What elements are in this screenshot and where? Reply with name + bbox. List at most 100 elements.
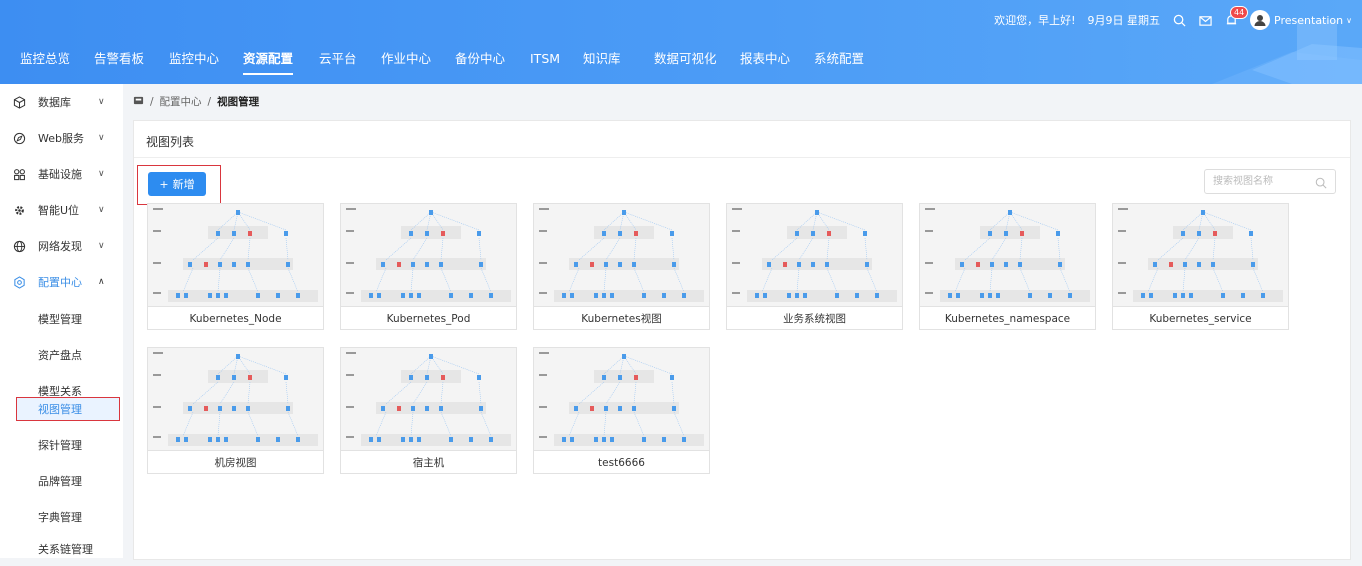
nav-monitor-overview[interactable]: 监控总览 xyxy=(20,45,70,77)
user-bar: 欢迎您，早上好! 9月9日 星期五 44 Presentation ∨ xyxy=(994,6,1352,30)
bell-icon[interactable]: 44 xyxy=(1224,6,1249,27)
sidebar-sub-probe-management[interactable]: 探针管理 xyxy=(0,426,123,462)
search-input[interactable]: 搜索视图名称 xyxy=(1204,169,1336,194)
sidebar-sub-label: 关系链管理 xyxy=(38,543,93,556)
search-placeholder: 搜索视图名称 xyxy=(1213,176,1273,187)
topology-thumbnail xyxy=(1113,204,1288,306)
view-card-name: Kubernetes视图 xyxy=(534,306,709,330)
date-text: 9月9日 星期五 xyxy=(1087,14,1161,27)
sidebar-sub-label: 字典管理 xyxy=(38,511,82,524)
sidebar-sub-dictionary-management[interactable]: 字典管理 xyxy=(0,498,123,534)
chevron-down-icon: ∨ xyxy=(98,133,105,143)
sidebar-item-infrastructure[interactable]: 基础设施 ∨ xyxy=(0,156,123,192)
view-card[interactable]: Kubernetes_service xyxy=(1112,203,1289,330)
view-card[interactable]: test6666 xyxy=(533,347,710,474)
sidebar-sub-brand-management[interactable]: 品牌管理 xyxy=(0,462,123,498)
home-icon[interactable] xyxy=(133,95,144,109)
view-card-name: 宿主机 xyxy=(341,450,516,474)
top-header: 欢迎您，早上好! 9月9日 星期五 44 Presentation ∨ 监控总览… xyxy=(0,0,1362,84)
sidebar-sub-asset-inventory[interactable]: 资产盘点 xyxy=(0,336,123,372)
chevron-down-icon: ∨ xyxy=(98,97,105,107)
globe-icon xyxy=(12,239,26,253)
view-card[interactable]: Kubernetes_namespace xyxy=(919,203,1096,330)
sidebar-sub-label: 资产盘点 xyxy=(38,349,82,362)
breadcrumb-config-center[interactable]: 配置中心 xyxy=(160,94,202,109)
user-menu[interactable]: Presentation ∨ xyxy=(1250,10,1352,30)
nav-job-center[interactable]: 作业中心 xyxy=(381,45,431,77)
search-icon xyxy=(1315,175,1327,198)
view-card-name: Kubernetes_Node xyxy=(148,306,323,330)
chevron-up-icon: ∧ xyxy=(98,277,105,287)
sidebar-item-label: 网络发现 xyxy=(38,240,82,253)
sidebar-item-label: 智能U位 xyxy=(38,204,80,217)
nav-system-config[interactable]: 系统配置 xyxy=(814,45,864,77)
sidebar-item-config-center[interactable]: 配置中心 ∧ xyxy=(0,264,123,300)
chevron-down-icon: ∨ xyxy=(98,205,105,215)
nav-cloud-platform[interactable]: 云平台 xyxy=(319,45,357,77)
view-card-name: 机房视图 xyxy=(148,450,323,474)
view-card-name: Kubernetes_Pod xyxy=(341,306,516,330)
nav-itsm[interactable]: ITSM xyxy=(530,45,560,77)
add-view-button[interactable]: + 新增 xyxy=(148,172,206,196)
sidebar-item-label: 配置中心 xyxy=(38,276,82,289)
sidebar-sub-relation-chain[interactable]: 关系链管理 xyxy=(0,530,123,566)
view-card[interactable]: Kubernetes视图 xyxy=(533,203,710,330)
sidebar-item-label: Web服务 xyxy=(38,132,84,145)
topology-thumbnail xyxy=(148,204,323,306)
view-card-name: test6666 xyxy=(534,450,709,474)
avatar xyxy=(1250,10,1271,30)
sidebar-item-smart-u[interactable]: 智能U位 ∨ xyxy=(0,192,123,228)
topology-thumbnail xyxy=(920,204,1095,306)
sidebar-sub-view-management[interactable]: 视图管理 xyxy=(0,390,123,426)
search-icon[interactable] xyxy=(1172,13,1186,27)
add-button-label: 新增 xyxy=(172,178,195,191)
greeting-text: 欢迎您，早上好! xyxy=(994,14,1076,27)
sidebar-sub-label: 探针管理 xyxy=(38,439,82,452)
mail-icon[interactable] xyxy=(1198,13,1212,27)
nav-alert-board[interactable]: 告警看板 xyxy=(94,45,144,77)
nav-knowledge-base[interactable]: 知识库 xyxy=(583,45,621,77)
sidebar-item-web[interactable]: Web服务 ∨ xyxy=(0,120,123,156)
nav-monitor-center[interactable]: 监控中心 xyxy=(169,45,219,77)
chevron-down-icon: ∨ xyxy=(98,169,105,179)
sidebar-item-label: 基础设施 xyxy=(38,168,82,181)
view-card[interactable]: Kubernetes_Node xyxy=(147,203,324,330)
topology-thumbnail xyxy=(148,348,323,450)
sidebar-item-label: 数据库 xyxy=(38,96,71,109)
view-card-name: Kubernetes_service xyxy=(1113,306,1288,330)
view-card[interactable]: 业务系统视图 xyxy=(726,203,903,330)
chevron-down-icon: ∨ xyxy=(1346,15,1352,25)
compass-icon xyxy=(12,131,26,145)
sidebar-sub-label: 模型管理 xyxy=(38,313,82,326)
nav-data-visualization[interactable]: 数据可视化 xyxy=(654,45,717,77)
view-card[interactable]: 机房视图 xyxy=(147,347,324,474)
settings-icon xyxy=(12,275,26,289)
sidebar-sub-label: 视图管理 xyxy=(38,403,82,416)
notification-badge: 44 xyxy=(1230,6,1249,19)
view-list-panel: 视图列表 + 新增 搜索视图名称 Kubernetes_Node Kuberne… xyxy=(133,120,1351,560)
add-button-highlight: + 新增 xyxy=(137,165,221,205)
user-name: Presentation xyxy=(1274,13,1344,27)
view-card[interactable]: 宿主机 xyxy=(340,347,517,474)
cube-icon xyxy=(12,95,26,109)
sidebar-item-network-discovery[interactable]: 网络发现 ∨ xyxy=(0,228,123,264)
sidebar-item-database[interactable]: 数据库 ∨ xyxy=(0,84,123,120)
nav-report-center[interactable]: 报表中心 xyxy=(740,45,790,77)
topology-thumbnail xyxy=(727,204,902,306)
topology-thumbnail xyxy=(341,204,516,306)
gear-icon xyxy=(12,203,26,217)
divider xyxy=(134,157,1350,158)
grid-icon xyxy=(12,167,26,181)
sidebar: 数据库 ∨ Web服务 ∨ 基础设施 ∨ 智能U位 ∨ 网络发现 ∨ 配置中心 … xyxy=(0,84,123,558)
chevron-down-icon: ∨ xyxy=(98,241,105,251)
nav-backup-center[interactable]: 备份中心 xyxy=(455,45,505,77)
panel-title: 视图列表 xyxy=(146,135,195,149)
sidebar-sub-model-management[interactable]: 模型管理 xyxy=(0,300,123,336)
breadcrumb-current: 视图管理 xyxy=(217,96,260,108)
plus-icon: + xyxy=(159,177,169,191)
view-card[interactable]: Kubernetes_Pod xyxy=(340,203,517,330)
view-card-name: Kubernetes_namespace xyxy=(920,306,1095,330)
topology-thumbnail xyxy=(341,348,516,450)
topology-thumbnail xyxy=(534,348,709,450)
nav-resource-config[interactable]: 资源配置 xyxy=(243,45,294,77)
